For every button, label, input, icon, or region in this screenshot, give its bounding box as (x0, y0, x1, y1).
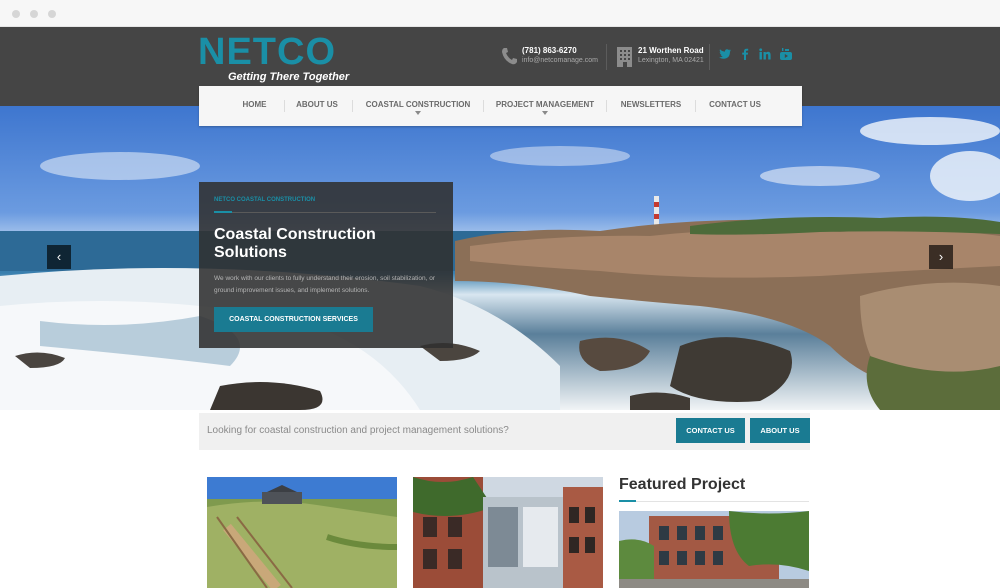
hero-slider: ‹ › (0, 106, 1000, 410)
window-minimize-button[interactable] (30, 10, 38, 18)
nav-item-label: ABOUT US (296, 100, 338, 109)
address-street: 21 Worthen Road (638, 46, 704, 55)
service-thumbnail-coastal[interactable] (207, 477, 397, 588)
chevron-left-icon: ‹ (56, 249, 62, 264)
featured-project-heading: Featured Project (619, 476, 746, 493)
nav-item-about-us[interactable]: ABOUT US (291, 86, 343, 126)
slider-next-button[interactable]: › (929, 245, 953, 269)
nav-divider (284, 100, 285, 112)
nav-item-label: PROJECT MANAGEMENT (495, 100, 595, 109)
nav-item-home[interactable]: HOME (232, 86, 277, 126)
header-phone-block: (781) 863-6270 info@netcomanage.com (500, 44, 610, 72)
slide-kicker: NETCO COASTAL CONSTRUCTION (214, 197, 316, 203)
cta-contact-us-button[interactable]: CONTACT US (676, 418, 745, 443)
coastal-construction-services-button[interactable]: COASTAL CONSTRUCTION SERVICES (214, 307, 373, 332)
nav-divider (483, 100, 484, 112)
nav-divider (352, 100, 353, 112)
browser-chrome (0, 0, 1000, 27)
address-city: Lexington, MA 02421 (638, 57, 704, 64)
cta-about-us-button[interactable]: ABOUT US (750, 418, 810, 443)
linkedin-icon[interactable] (758, 47, 772, 61)
site-logo[interactable]: NETCO Getting There Together (198, 31, 349, 83)
building-icon (617, 47, 632, 67)
nav-item-label: NEWSLETTERS (620, 100, 682, 109)
nav-divider (695, 100, 696, 112)
header-divider (606, 44, 607, 70)
nav-item-newsletters[interactable]: NEWSLETTERS (617, 86, 685, 126)
phone-icon (502, 48, 517, 65)
nav-item-coastal-construction[interactable]: COASTAL CONSTRUCTION (363, 86, 473, 126)
slide-caption: NETCO COASTAL CONSTRUCTION Coastal Const… (199, 182, 453, 348)
facebook-icon[interactable] (738, 47, 752, 61)
service-thumbnail-project-management[interactable] (413, 477, 603, 588)
phone-number[interactable]: (781) 863-6270 (522, 46, 577, 55)
caret-down-icon (542, 111, 548, 115)
coastal-stairs-photo (207, 477, 397, 588)
slide-divider-accent (214, 211, 232, 213)
logo-tagline: Getting There Together (228, 71, 350, 83)
email-link[interactable]: info@netcomanage.com (522, 57, 598, 64)
featured-project-image[interactable] (619, 511, 809, 588)
building-photo (413, 477, 603, 588)
featured-divider-accent (619, 500, 636, 502)
youtube-icon[interactable] (779, 47, 793, 61)
nav-divider (606, 100, 607, 112)
window-maximize-button[interactable] (48, 10, 56, 18)
featured-building-photo (619, 511, 809, 588)
chevron-right-icon: › (938, 249, 944, 264)
nav-item-label: CONTACT US (709, 100, 761, 109)
slider-prev-button[interactable]: ‹ (47, 245, 71, 269)
slide-title: Coastal Construction Solutions (214, 226, 376, 261)
nav-item-label: COASTAL CONSTRUCTION (365, 100, 471, 109)
hero-coastal-photo (0, 117, 1000, 410)
header-divider (709, 44, 710, 70)
cta-text: Looking for coastal construction and pro… (207, 425, 509, 436)
twitter-icon[interactable] (718, 47, 732, 61)
slide-description: We work with our clients to fully unders… (214, 275, 435, 294)
featured-divider (619, 501, 809, 502)
window-close-button[interactable] (12, 10, 20, 18)
slide-divider (214, 212, 436, 213)
nav-item-project-management[interactable]: PROJECT MANAGEMENT (492, 86, 598, 126)
main-navigation: HOME ABOUT US COASTAL CONSTRUCTION PROJE… (199, 86, 802, 126)
cta-bar: Looking for coastal construction and pro… (199, 413, 810, 450)
logo-wordmark: NETCO (198, 31, 336, 73)
header-address-block: 21 Worthen Road Lexington, MA 02421 (616, 44, 716, 72)
nav-item-label: HOME (242, 100, 267, 109)
caret-down-icon (415, 111, 421, 115)
nav-item-contact-us[interactable]: CONTACT US (704, 86, 766, 126)
